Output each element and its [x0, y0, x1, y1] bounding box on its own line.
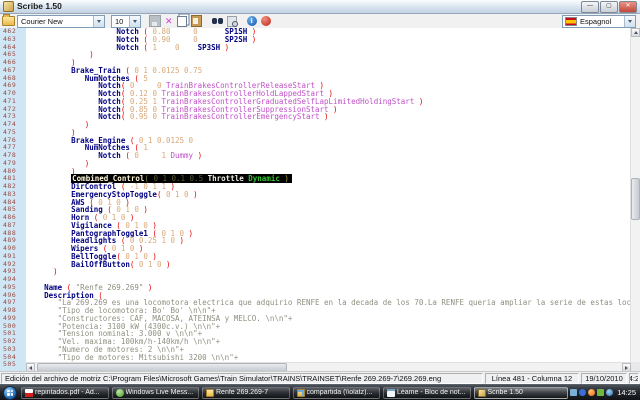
chevron-down-icon[interactable]	[93, 16, 104, 27]
horizontal-scrollbar[interactable]	[26, 362, 631, 371]
code-line[interactable]: BailOffButton( 0 1 0 )	[26, 261, 631, 269]
folder-icon	[206, 389, 214, 397]
language-select[interactable]: Espagnol	[562, 15, 636, 28]
code-line[interactable]: Notch ( 0 1 Dummy )	[26, 152, 631, 160]
language-value: Espagnol	[577, 17, 614, 26]
taskbar-tasks: repintados.pdf - Ad... Windows Live Mess.…	[21, 387, 568, 399]
status-bar: Edición del archivo de motriz C:\Program…	[0, 371, 640, 385]
font-size-select[interactable]: 10	[111, 15, 141, 28]
taskbar-button-label: Léame - Bloc de not...	[397, 389, 465, 396]
font-size-value: 10	[112, 17, 126, 26]
minimize-button[interactable]: —	[581, 1, 599, 13]
window-title: Scribe 1.50	[17, 0, 62, 13]
status-time: 14:25	[629, 373, 639, 384]
taskbar: repintados.pdf - Ad... Windows Live Mess.…	[0, 384, 640, 400]
font-family-select[interactable]: Courier New	[17, 15, 105, 28]
updates-tray-icon[interactable]	[579, 389, 586, 396]
exit-icon	[261, 16, 271, 26]
scribe-icon	[478, 389, 486, 397]
windows-logo-icon	[7, 390, 13, 396]
cursor-position: Línea 481 - Columna 12	[485, 373, 579, 384]
taskbar-button[interactable]: Renfe 269.269-7	[202, 387, 290, 399]
copy-icon	[177, 16, 187, 27]
pdf-icon	[25, 389, 33, 397]
font-family-value: Courier New	[18, 17, 66, 26]
info-icon: i	[247, 16, 257, 26]
taskbar-button[interactable]: Scribe 1.50	[474, 387, 569, 399]
chevron-down-icon[interactable]	[129, 16, 140, 27]
cut-icon: ✕	[165, 16, 173, 26]
save-button[interactable]	[149, 15, 161, 27]
spain-flag-icon	[565, 17, 577, 26]
app-icon	[3, 1, 14, 12]
messenger-tray-icon[interactable]	[570, 389, 577, 396]
battery-tray-icon[interactable]	[597, 389, 604, 396]
exit-button[interactable]	[261, 15, 271, 27]
open-button[interactable]	[2, 15, 15, 27]
open-folder-icon	[2, 16, 15, 26]
scroll-up-button[interactable]	[631, 28, 640, 37]
binoculars-icon	[212, 18, 223, 25]
paste-icon	[191, 15, 202, 27]
system-tray: 14:25	[568, 388, 640, 397]
chevron-down-icon[interactable]	[624, 16, 635, 27]
save-icon	[149, 15, 161, 27]
close-button[interactable]: ✕	[619, 1, 637, 13]
status-date: 19/10/2010	[581, 373, 627, 384]
code-line[interactable]: )	[26, 268, 631, 276]
code-line[interactable]: )	[26, 51, 631, 59]
vertical-scroll-thumb[interactable]	[631, 178, 640, 220]
taskbar-button[interactable]: compartida (\\olatz)...	[293, 387, 381, 399]
status-message: Edición del archivo de motriz C:\Program…	[1, 373, 483, 384]
find-replace-icon	[227, 16, 237, 27]
code-line[interactable]: "Tipo de motores: Mitsubishi 3200 \n\n"+	[26, 354, 631, 362]
paste-button[interactable]	[191, 15, 202, 27]
taskbar-button-label: Scribe 1.50	[488, 389, 523, 396]
taskbar-button[interactable]: Windows Live Mess...	[112, 387, 200, 399]
maximize-button[interactable]: ▢	[600, 1, 618, 13]
taskbar-button-label: compartida (\\olatz)...	[307, 389, 373, 396]
replace-button[interactable]	[227, 15, 237, 27]
start-button[interactable]	[3, 386, 17, 400]
taskbar-button-label: Renfe 269.269-7	[216, 389, 268, 396]
code-line[interactable]: Notch( 0.95 0 TrainBrakesControllerEmerg…	[26, 113, 631, 121]
code-line[interactable]: Name ( "Renfe 269.269" )	[26, 284, 631, 292]
line-number-gutter: 4624634644654664674684694704714724734744…	[0, 28, 26, 371]
copy-button[interactable]	[177, 15, 187, 27]
taskbar-button-label: Windows Live Mess...	[126, 389, 194, 396]
code-line[interactable]: Notch ( 1 0 SP3SH )	[26, 44, 631, 52]
code-line[interactable]: )	[26, 160, 631, 168]
about-button[interactable]: i	[247, 15, 257, 27]
code-editor[interactable]: Notch ( 0.80 0 SP1SH ) Notch ( 0.90 0 SP…	[26, 28, 631, 362]
cut-button[interactable]: ✕	[165, 15, 173, 27]
taskbar-button[interactable]: repintados.pdf - Ad...	[21, 387, 109, 399]
taskbar-clock: 14:25	[617, 388, 636, 397]
messenger-icon	[116, 389, 124, 397]
scrollbar-corner	[631, 362, 640, 371]
firefox-tray-icon[interactable]	[588, 389, 595, 396]
taskbar-button[interactable]: Léame - Bloc de not...	[383, 387, 471, 399]
find-button[interactable]	[212, 15, 223, 27]
line-number: 505	[0, 361, 26, 369]
toolbar: Courier New 10 ✕ i Espagnol	[0, 14, 640, 29]
scribe-window: Scribe 1.50 — ▢ ✕ Courier New 10 ✕ i	[0, 0, 640, 400]
title-bar[interactable]: Scribe 1.50 — ▢ ✕	[0, 0, 640, 14]
notepad-icon	[387, 389, 395, 397]
taskbar-button-label: repintados.pdf - Ad...	[35, 389, 100, 396]
shared-folder-icon	[297, 389, 305, 397]
network-tray-icon[interactable]	[606, 389, 613, 396]
vertical-scrollbar[interactable]	[630, 28, 640, 371]
code-line[interactable]: )	[26, 121, 631, 129]
